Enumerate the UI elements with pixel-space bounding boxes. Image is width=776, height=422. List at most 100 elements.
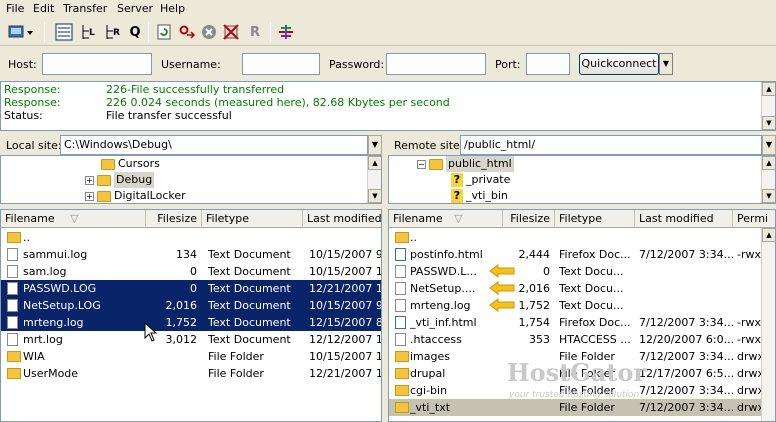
column-permissions[interactable]: Permi — [733, 210, 775, 228]
local-path-dropdown-icon[interactable]: ▼ — [368, 135, 382, 155]
tree-item[interactable]: Cursors — [101, 156, 160, 172]
menu-help[interactable]: Help — [157, 2, 188, 16]
toggle-remote-tree-icon[interactable]: R — [101, 21, 123, 43]
cell: _vti_inf.html — [410, 316, 477, 329]
local-tree-scrollbar[interactable]: ▲ ▼ — [367, 156, 381, 203]
table-row[interactable]: postinfo.html 2,444 Firefox Doc... 7/12/200… — [389, 246, 775, 263]
cell: 12/20/2007 6:0... — [639, 333, 733, 346]
tree-item[interactable]: + DigitalLocker — [85, 188, 186, 203]
column-filesize[interactable]: Filesize — [146, 210, 202, 228]
collapse-icon[interactable]: − — [417, 159, 426, 169]
table-row[interactable]: NetSetup.... 2,016 Text Docu... — [389, 280, 775, 297]
table-row[interactable]: NetSetup.LOG 2,016 Text Document 10/15/2007… — [1, 297, 381, 314]
expand-icon[interactable]: + — [85, 191, 94, 201]
scroll-up-icon[interactable]: ▲ — [368, 156, 381, 170]
log-scrollbar[interactable]: ▲ ▼ — [761, 82, 775, 130]
cell: Text Document — [208, 265, 291, 278]
table-row[interactable]: .htaccess 353 HTACCESS ... 12/20/2007 6:0..… — [389, 331, 775, 348]
html-file-icon — [395, 248, 406, 261]
password-label: Password: — [329, 58, 385, 71]
remote-path-input[interactable]: /public_html/ — [460, 135, 762, 155]
table-row[interactable]: sammui.log 134 Text Document 10/15/2007 9:2 — [1, 246, 381, 263]
scroll-up-icon[interactable]: ▲ — [762, 82, 775, 96]
file-icon — [395, 333, 406, 346]
column-filetype[interactable]: Filetype — [555, 210, 635, 228]
log-line: Response: 226 0.024 seconds (measured her… — [4, 96, 450, 109]
local-path-input[interactable]: C:\Windows\Debug\ — [60, 135, 368, 155]
cell: images — [410, 350, 450, 363]
cell — [146, 348, 197, 365]
quickconnect-button[interactable]: Quickconnect — [579, 53, 659, 75]
cell: WIA — [23, 350, 45, 363]
menu-file[interactable]: File — [3, 2, 27, 16]
column-filetype[interactable]: Filetype — [202, 210, 303, 228]
column-filename[interactable]: Filename ▽ — [1, 210, 146, 228]
cell: 353 — [529, 333, 550, 346]
toggle-local-tree-icon[interactable]: L — [77, 21, 99, 43]
process-queue-icon[interactable] — [176, 21, 198, 43]
table-row[interactable]: sam.log 0 Text Document 10/15/2007 12: — [1, 263, 381, 280]
svg-text:R: R — [113, 28, 120, 38]
tree-item[interactable]: ? _private — [451, 172, 510, 188]
quickconnect-dropdown-icon[interactable]: ▼ — [659, 53, 673, 75]
menu-transfer[interactable]: Transfer — [60, 2, 110, 16]
column-last-modified[interactable]: Last modified — [635, 210, 733, 228]
port-input[interactable] — [526, 53, 570, 75]
folder-icon — [395, 232, 409, 243]
tree-item[interactable]: − public_html — [417, 156, 514, 172]
host-label: Host: — [8, 58, 37, 71]
scroll-down-icon[interactable]: ▼ — [368, 189, 381, 203]
scroll-up-icon[interactable]: ▲ — [762, 156, 775, 170]
site-manager-icon[interactable] — [6, 21, 36, 43]
toggle-log-icon[interactable] — [53, 21, 75, 43]
table-row[interactable]: mrteng.log1,752Text Document12/15/2007 8… — [1, 314, 381, 331]
cell: 0 — [190, 282, 197, 295]
scroll-down-icon[interactable]: ▼ — [762, 116, 775, 130]
column-filename[interactable]: Filename ▽ — [389, 210, 503, 228]
remote-list-scrollbar[interactable]: ▲ — [761, 228, 775, 421]
username-input[interactable] — [242, 53, 320, 75]
remote-tree-scrollbar[interactable]: ▲ ▼ — [761, 156, 775, 203]
table-row[interactable]: PASSWD.LOG 0 Text Document 12/21/2007 10: — [1, 280, 381, 297]
queue-icon[interactable]: Q — [124, 21, 146, 43]
scroll-down-icon[interactable]: ▼ — [762, 189, 775, 203]
table-row[interactable]: mrt.log3,012Text Document12/12/2007 12: — [1, 331, 381, 348]
tree-item[interactable]: + Debug — [85, 172, 155, 188]
column-filesize[interactable]: Filesize — [503, 210, 555, 228]
table-row[interactable]: mrteng.log 1,752 Text Docu... — [389, 297, 775, 314]
password-input[interactable] — [386, 53, 486, 75]
table-row[interactable]: WIA File Folder 10/15/2007 12: — [1, 348, 381, 365]
tree-item[interactable]: ? _vti_bin — [451, 188, 508, 203]
disconnect-icon[interactable] — [220, 21, 242, 43]
table-row[interactable]: PASSWD.L... 0 Text Docu... — [389, 263, 775, 280]
cell: File Folder — [559, 401, 615, 414]
menu-server[interactable]: Server — [114, 2, 156, 16]
column-last-modified[interactable]: Last modified — [303, 210, 381, 228]
cell: Firefox Doc... — [559, 248, 631, 261]
table-row[interactable]: .. — [1, 229, 381, 246]
table-row[interactable]: UserMode File Folder 12/21/2007 10: — [1, 365, 381, 382]
directory-comparison-icon[interactable] — [275, 21, 297, 43]
reconnect-icon[interactable]: R — [244, 21, 266, 43]
cancel-icon[interactable] — [198, 21, 220, 43]
host-input[interactable] — [42, 53, 152, 75]
expand-icon[interactable]: + — [85, 175, 94, 185]
refresh-icon[interactable] — [153, 21, 175, 43]
table-row[interactable]: _vti_inf.html 1,754 Firefox Doc... 7/12/200… — [389, 314, 775, 331]
folder-icon — [395, 402, 409, 413]
menu-edit[interactable]: Edit — [30, 2, 57, 16]
remote-path-dropdown-icon[interactable]: ▼ — [762, 135, 776, 155]
folder-icon — [7, 368, 21, 379]
cell: .. — [23, 231, 30, 244]
mouse-cursor-icon — [144, 322, 158, 342]
file-icon — [7, 333, 18, 346]
cell: HTACCESS ... — [559, 333, 631, 346]
scroll-up-icon[interactable]: ▲ — [762, 228, 775, 242]
table-row[interactable]: _vti_txt File Folder 7/12/2007 3:34... drwx… — [389, 399, 775, 416]
cell — [559, 229, 635, 246]
svg-text:L: L — [89, 28, 95, 38]
cell: Text Document — [208, 316, 291, 329]
cell: mrt.log — [23, 333, 63, 346]
table-row[interactable]: .. — [389, 229, 775, 246]
quickconnect-bar: Host: Username: Password: Port: Quickcon… — [0, 48, 776, 80]
